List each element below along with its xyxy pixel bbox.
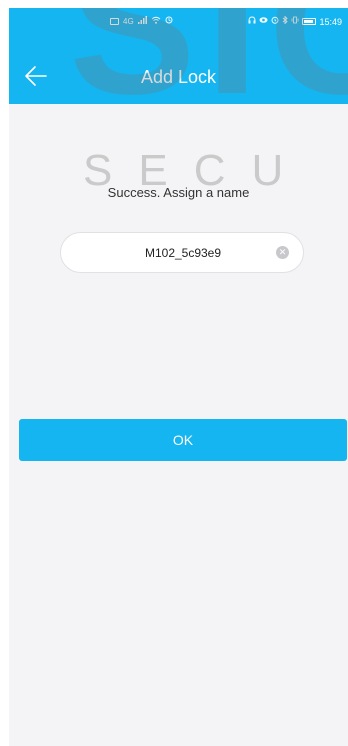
page: 4G 15:49 Add Lock SIC SECU Success. Assi… [0, 0, 348, 746]
lock-name-field: ✕ [60, 232, 304, 273]
page-title: Add Lock [140, 67, 217, 87]
clear-icon[interactable]: ✕ [276, 246, 289, 259]
status-right-icons: 15:49 [248, 15, 342, 27]
status-time: 15:49 [319, 16, 342, 27]
headset-icon [248, 16, 256, 27]
ok-button[interactable]: OK [19, 419, 347, 461]
status-bar: 4G 15:49 [9, 8, 348, 34]
network-type-label: 4G [123, 16, 134, 26]
bluetooth-icon [282, 15, 289, 27]
success-prompt: Success. Assign a name [107, 185, 250, 200]
signal-icon [137, 16, 147, 27]
app-header: 4G 15:49 Add Lock [9, 8, 348, 104]
data-sync-icon [165, 16, 173, 27]
battery-icon [302, 18, 317, 25]
lock-name-input[interactable] [91, 233, 275, 272]
phone-screen: 4G 15:49 Add Lock SIC SECU Success. Assi… [9, 8, 348, 746]
vibrate-icon [291, 16, 299, 27]
sim-icon [110, 18, 119, 25]
status-left-icons: 4G [110, 16, 173, 27]
alarm-icon [271, 16, 279, 27]
wifi-icon [151, 16, 161, 27]
eye-icon [259, 16, 268, 27]
